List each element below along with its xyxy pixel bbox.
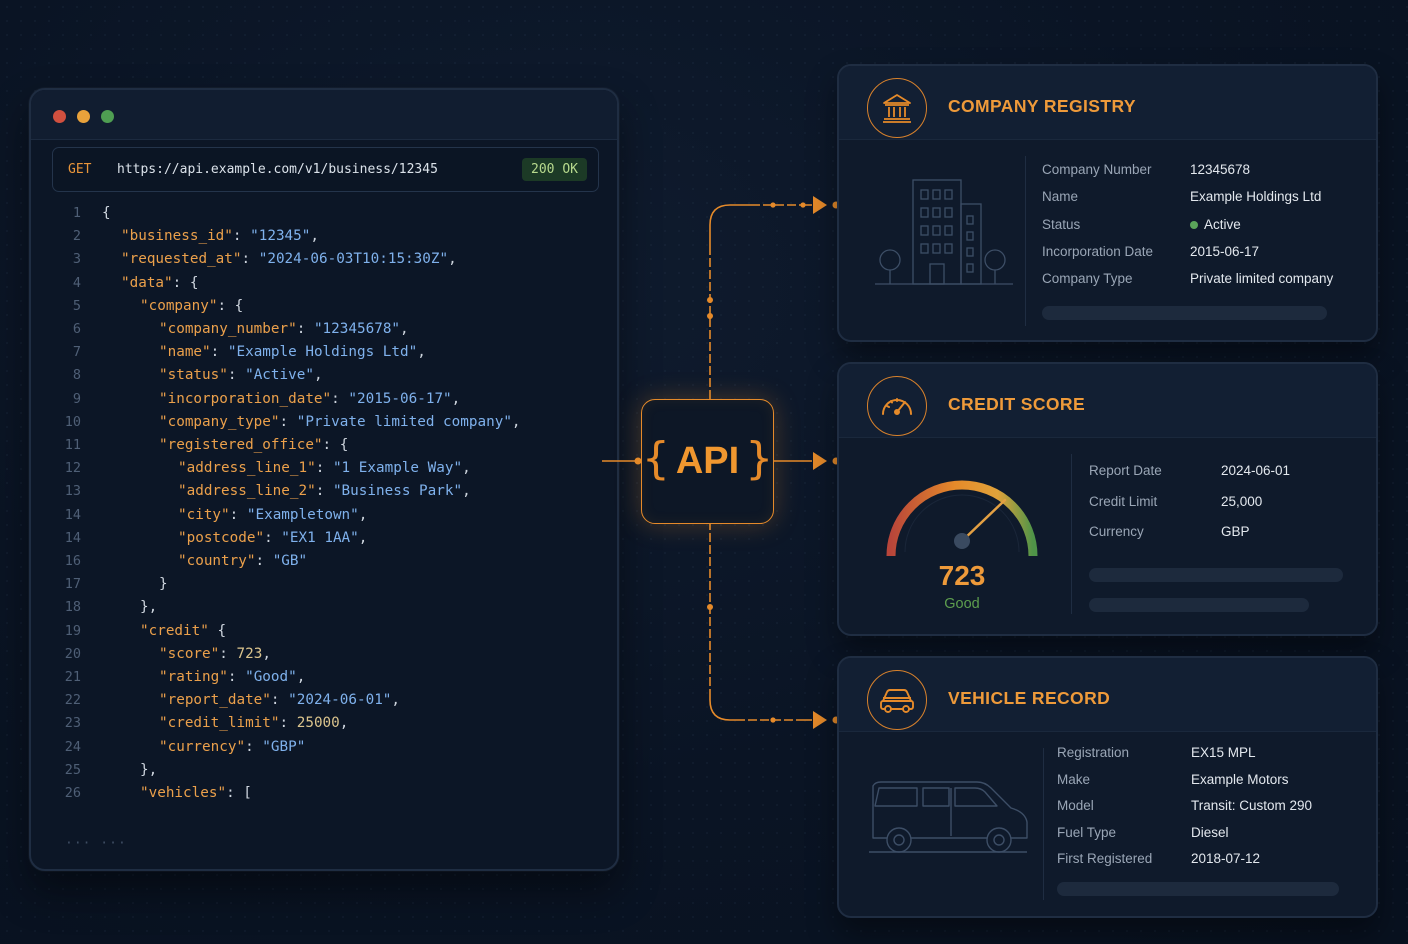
field-value: Transit: Custom 290	[1191, 798, 1312, 813]
field-value: Active	[1190, 217, 1241, 232]
connector-node	[707, 604, 713, 610]
field-value: 25,000	[1221, 494, 1262, 509]
field-label: Registration	[1057, 745, 1130, 760]
connector-node	[770, 202, 776, 208]
card-title: VEHICLE RECORD	[948, 688, 1111, 708]
arrowhead-vehicle	[813, 711, 827, 729]
van-icon	[869, 781, 1028, 853]
vehicle-record-card[interactable]: VEHICLE RECORD Registration EX15 MPL Make E…	[837, 656, 1378, 918]
connector-company-line	[709, 204, 812, 399]
divider	[1071, 454, 1072, 614]
close-brace-icon: }	[745, 433, 774, 484]
field-label: Fuel Type	[1057, 824, 1117, 840]
divider	[1043, 748, 1044, 900]
arrowhead-credit	[813, 452, 827, 470]
connector-node	[707, 297, 713, 303]
field-label: Currency	[1089, 524, 1144, 539]
card-header: VEHICLE RECORD	[839, 658, 1376, 732]
loading-placeholder	[1089, 598, 1309, 612]
field-value-text: GBP	[1221, 524, 1250, 539]
loading-placeholder	[1089, 568, 1343, 582]
connector-node	[770, 717, 776, 723]
field-value-text: 2018-07-12	[1191, 851, 1261, 866]
gauge-needle	[960, 498, 1007, 543]
api-hub: { API }	[641, 399, 774, 524]
field-label: Credit Limit	[1089, 493, 1158, 509]
connector-node	[707, 313, 713, 319]
loading-placeholder	[1042, 306, 1327, 320]
field-label: Status	[1042, 216, 1081, 232]
api-label: API	[675, 440, 740, 482]
field-label: Make	[1057, 771, 1091, 787]
credit-rating: Good	[944, 596, 980, 612]
card-header: COMPANY REGISTRY	[839, 66, 1376, 140]
loading-placeholder	[1057, 882, 1339, 896]
field-value-text: 12345678	[1190, 162, 1251, 177]
field-value-text: Private limited company	[1190, 271, 1334, 287]
field-value: 2018-07-12	[1191, 851, 1260, 866]
field-value: Private limited company	[1190, 271, 1333, 286]
speedometer-icon	[867, 376, 927, 436]
credit-score-card[interactable]: CREDIT SCORE 723 Good Report Date 2024-06…	[837, 362, 1378, 636]
field-value-text: Example Motors	[1191, 771, 1289, 787]
field-value-text: Transit: Custom 290	[1191, 798, 1313, 813]
car-icon	[867, 670, 927, 730]
credit-score-gauge	[886, 480, 1038, 557]
field-value: Example Motors	[1191, 772, 1289, 787]
divider	[1025, 156, 1026, 326]
field-value: Example Holdings Ltd	[1190, 189, 1321, 204]
field-label: Company Type	[1042, 271, 1133, 287]
arrowhead-company	[813, 196, 827, 214]
card-title: COMPANY REGISTRY	[948, 96, 1136, 116]
status-active-icon	[1190, 220, 1198, 229]
field-label: Report Date	[1089, 463, 1162, 478]
field-label: First Registered	[1057, 851, 1153, 866]
field-value-text: Diesel	[1191, 824, 1229, 840]
field-value: Diesel	[1191, 825, 1229, 840]
open-brace-icon: {	[641, 433, 670, 484]
field-label: Company Number	[1042, 162, 1152, 177]
field-value: 12345678	[1190, 162, 1250, 177]
field-value-text: 25,000	[1221, 493, 1263, 509]
field-value-text: EX15 MPL	[1191, 745, 1256, 760]
field-value-text: 2024-06-01	[1221, 463, 1291, 478]
credit-score-value: 723	[938, 560, 986, 591]
field-value: GBP	[1221, 524, 1250, 539]
field-value-text: 2015-06-17	[1190, 243, 1260, 259]
card-title: CREDIT SCORE	[948, 394, 1086, 414]
field-value-text: Example Holdings Ltd	[1190, 189, 1322, 205]
gauge-pivot	[954, 533, 970, 549]
field-value-text: Active	[1204, 216, 1241, 232]
company-registry-card[interactable]: COMPANY REGISTRY Company Number 12345678 N…	[837, 64, 1378, 342]
office-building-icon	[875, 179, 1013, 285]
field-value: 2024-06-01	[1221, 463, 1290, 478]
bank-icon	[867, 78, 927, 138]
field-label: Model	[1057, 798, 1094, 813]
card-header: CREDIT SCORE	[839, 364, 1376, 438]
field-value: 2015-06-17	[1190, 244, 1259, 259]
connector-node	[800, 202, 806, 208]
field-value: EX15 MPL	[1191, 745, 1256, 760]
field-label: Incorporation Date	[1042, 243, 1154, 259]
field-label: Name	[1042, 189, 1079, 205]
connector-vehicle-line	[709, 524, 812, 721]
